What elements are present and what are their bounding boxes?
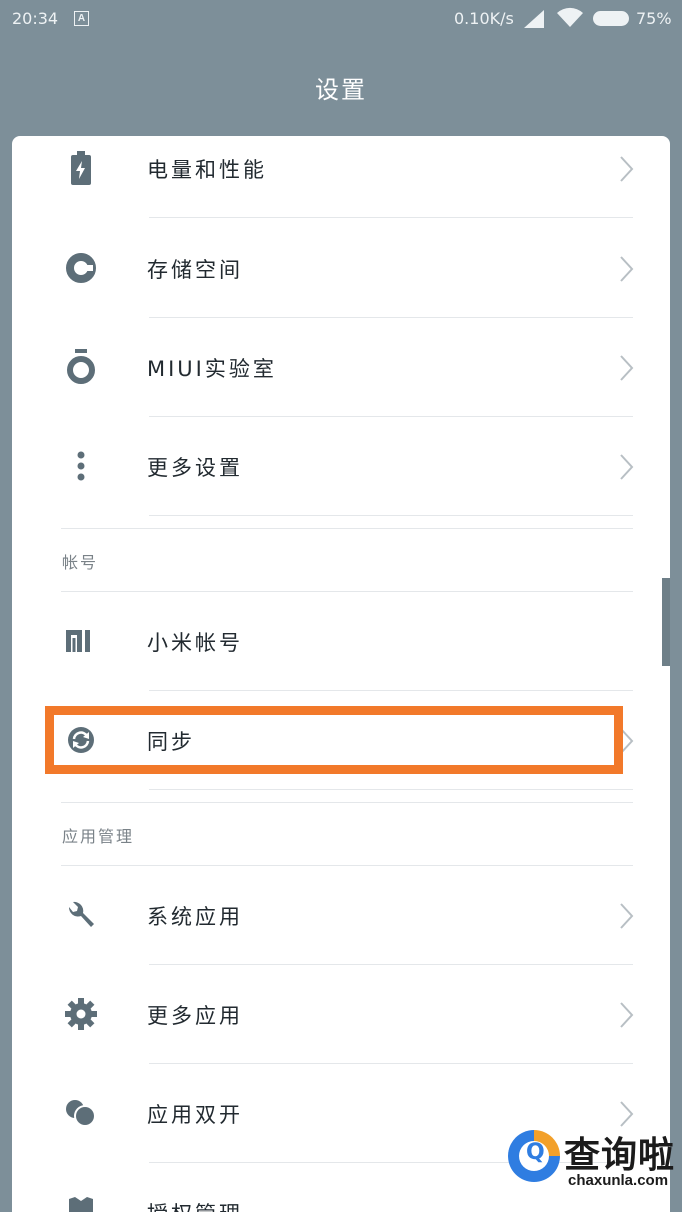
section-header-account: 帐号 bbox=[62, 553, 99, 572]
wrench-icon bbox=[62, 896, 100, 934]
page-title: 设置 bbox=[315, 76, 367, 104]
wifi-icon bbox=[557, 7, 583, 27]
chevron-right-icon bbox=[620, 355, 634, 381]
chevron-right-icon bbox=[620, 1002, 634, 1028]
storage-pie-icon bbox=[62, 249, 100, 287]
chevron-right-icon bbox=[620, 156, 634, 182]
settings-item-label: 应用双开 bbox=[147, 1103, 243, 1127]
chevron-right-icon bbox=[620, 256, 634, 282]
divider bbox=[149, 515, 633, 516]
watermark-subtitle: chaxunla.com bbox=[568, 1172, 669, 1189]
settings-item-battery[interactable]: 电量和性能 bbox=[12, 136, 670, 218]
settings-card: 电量和性能 存储空间 MIUI实验室 更多设置 帐号 小米帐号 同步 应用管理 … bbox=[12, 136, 670, 1212]
settings-item-label: 授权管理 bbox=[147, 1198, 243, 1212]
divider bbox=[149, 789, 633, 790]
settings-item-label: 小米帐号 bbox=[147, 631, 243, 655]
settings-item-label: 存储空间 bbox=[147, 258, 243, 282]
settings-item-label: 更多应用 bbox=[147, 1004, 243, 1028]
status-time: 20:34 bbox=[12, 9, 59, 28]
section-header-app-management: 应用管理 bbox=[62, 827, 135, 846]
logo-q-glyph: Q bbox=[526, 1140, 545, 1165]
chevron-right-icon bbox=[620, 1101, 634, 1127]
more-dots-icon bbox=[62, 447, 100, 485]
shield-icon bbox=[62, 1193, 100, 1212]
section-divider bbox=[61, 802, 633, 803]
settings-item-storage[interactable]: 存储空间 bbox=[12, 218, 670, 318]
lab-flask-icon bbox=[62, 348, 100, 386]
section-divider bbox=[61, 528, 633, 529]
settings-item-system-apps[interactable]: 系统应用 bbox=[12, 866, 670, 965]
chevron-right-icon bbox=[620, 454, 634, 480]
battery-percent: 75% bbox=[636, 9, 672, 28]
battery-icon bbox=[62, 149, 100, 187]
settings-item-label: MIUI实验室 bbox=[147, 357, 277, 381]
settings-item-more-apps[interactable]: 更多应用 bbox=[12, 965, 670, 1064]
dual-app-icon bbox=[62, 1094, 100, 1132]
watermark-logo: Q 查询啦 chaxunla.com bbox=[508, 1126, 682, 1196]
battery-icon bbox=[593, 11, 629, 26]
settings-item-more-settings[interactable]: 更多设置 bbox=[12, 416, 670, 516]
notification-a-icon: A bbox=[74, 11, 89, 26]
settings-item-mi-account[interactable]: 小米帐号 bbox=[12, 592, 670, 691]
chevron-right-icon bbox=[620, 903, 634, 929]
settings-item-label: 电量和性能 bbox=[147, 158, 267, 182]
mi-logo-icon bbox=[62, 622, 100, 660]
scroll-thumb[interactable] bbox=[662, 578, 670, 666]
net-speed: 0.10K/s bbox=[454, 9, 514, 28]
status-bar: 20:34 A 0.10K/s 75% bbox=[0, 0, 682, 40]
settings-item-label: 更多设置 bbox=[147, 456, 243, 480]
signal-icon bbox=[524, 10, 544, 28]
gear-icon bbox=[62, 995, 100, 1033]
watermark-title: 查询啦 bbox=[564, 1135, 676, 1176]
settings-item-miui-lab[interactable]: MIUI实验室 bbox=[12, 317, 670, 417]
highlight-box bbox=[45, 706, 623, 774]
settings-item-label: 系统应用 bbox=[147, 905, 243, 929]
